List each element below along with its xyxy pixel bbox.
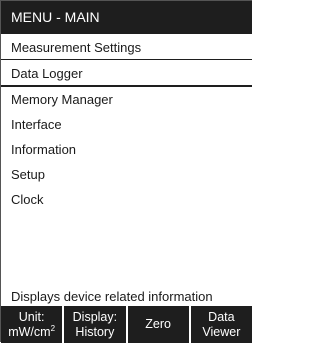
display-softkey-value: History [75, 324, 115, 339]
main-menu: Measurement Settings Data Logger Memory … [1, 35, 252, 212]
menu-item-clock[interactable]: Clock [1, 187, 252, 212]
unit-softkey-value: mW/cm2 [8, 323, 56, 340]
softkey-bar: Unit: mW/cm2 Display: History Zero Data … [1, 306, 252, 343]
data-viewer-softkey-line1: Data [208, 309, 235, 324]
status-description: Displays device related information [11, 289, 213, 304]
display-softkey-label: Display: [72, 309, 118, 324]
data-viewer-softkey[interactable]: Data Viewer [190, 306, 252, 343]
zero-softkey[interactable]: Zero [127, 306, 189, 343]
unit-value-text: mW/cm [8, 324, 51, 339]
menu-item-memory-manager[interactable]: Memory Manager [1, 87, 252, 112]
menu-item-setup[interactable]: Setup [1, 162, 252, 187]
menu-item-measurement-settings[interactable]: Measurement Settings [1, 35, 252, 60]
menu-item-interface[interactable]: Interface [1, 112, 252, 137]
zero-softkey-label: Zero [145, 317, 171, 331]
menu-item-information[interactable]: Information [1, 137, 252, 162]
device-screen: MENU - MAIN Measurement Settings Data Lo… [0, 0, 252, 343]
unit-exponent: 2 [50, 323, 56, 333]
data-viewer-softkey-line2: Viewer [202, 324, 241, 339]
unit-softkey[interactable]: Unit: mW/cm2 [1, 306, 63, 343]
menu-title: MENU - MAIN [1, 1, 252, 34]
menu-item-data-logger[interactable]: Data Logger [1, 60, 252, 87]
unit-softkey-label: Unit: [18, 309, 45, 324]
display-softkey[interactable]: Display: History [64, 306, 126, 343]
